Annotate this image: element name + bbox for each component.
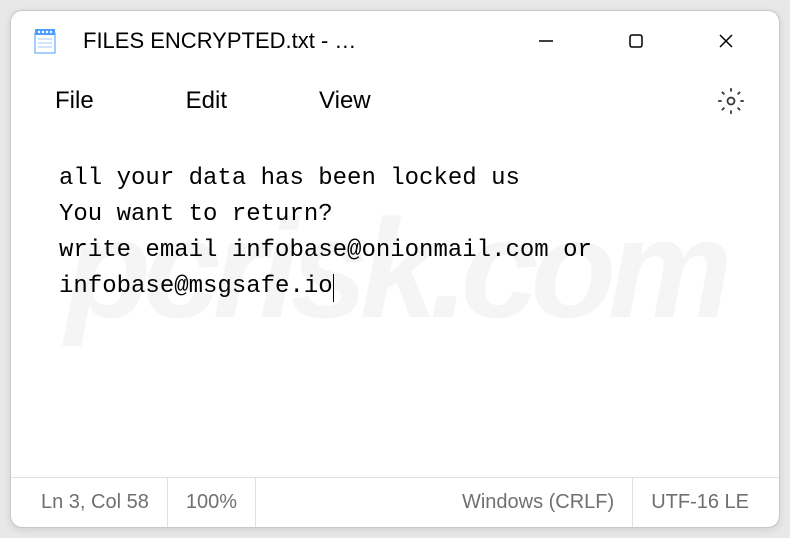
gear-icon [717, 87, 745, 115]
window-controls [501, 13, 771, 69]
status-position[interactable]: Ln 3, Col 58 [23, 478, 168, 527]
close-button[interactable] [681, 13, 771, 69]
status-zoom[interactable]: 100% [168, 478, 256, 527]
status-line-ending[interactable]: Windows (CRLF) [444, 478, 633, 527]
maximize-button[interactable] [591, 13, 681, 69]
minimize-button[interactable] [501, 13, 591, 69]
menu-view[interactable]: View [303, 79, 387, 123]
notepad-icon [31, 27, 59, 55]
window-title: FILES ENCRYPTED.txt - … [83, 28, 501, 54]
menu-file[interactable]: File [39, 79, 110, 123]
text-content-area[interactable]: all your data has been locked us You wan… [11, 131, 779, 477]
settings-button[interactable] [711, 81, 751, 121]
maximize-icon [628, 33, 644, 49]
close-icon [717, 32, 735, 50]
status-encoding[interactable]: UTF-16 LE [633, 478, 767, 527]
menu-edit[interactable]: Edit [170, 79, 243, 123]
minimize-icon [537, 32, 555, 50]
text-cursor [333, 274, 334, 302]
statusbar: Ln 3, Col 58 100% Windows (CRLF) UTF-16 … [11, 477, 779, 527]
menubar: File Edit View [11, 71, 779, 131]
titlebar: FILES ENCRYPTED.txt - … [11, 11, 779, 71]
notepad-window: FILES ENCRYPTED.txt - … File Edit [10, 10, 780, 528]
